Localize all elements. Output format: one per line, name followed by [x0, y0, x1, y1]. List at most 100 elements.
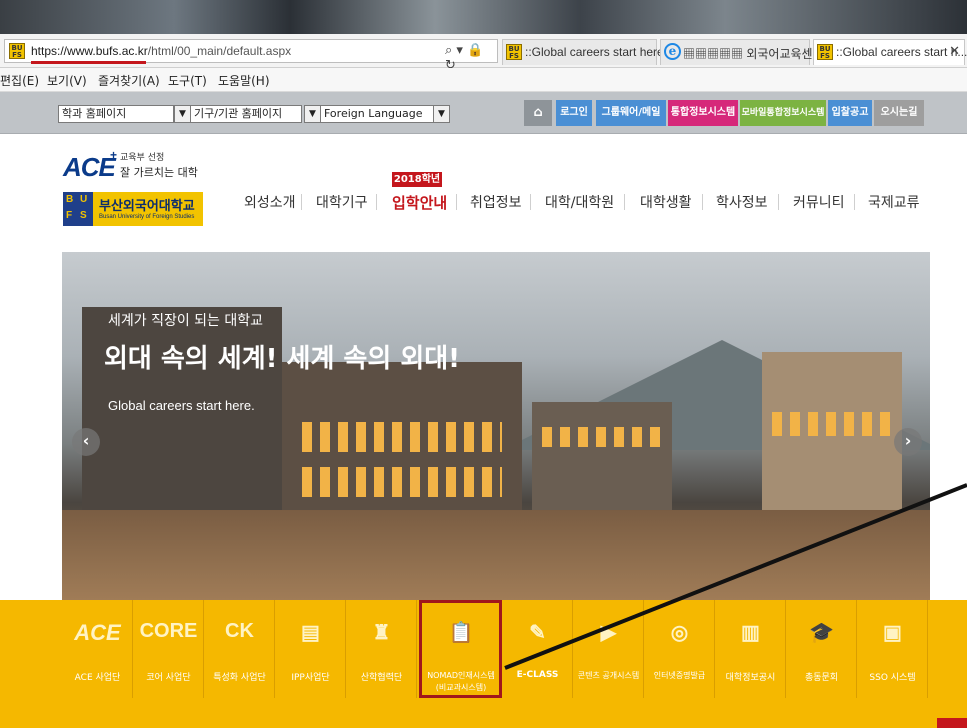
quick-ck[interactable]: CK 특성화 사업단	[204, 600, 275, 698]
quick-ipp[interactable]: ▤ IPP사업단	[275, 600, 346, 698]
quick-disclosure[interactable]: ▥ 대학정보공시	[715, 600, 786, 698]
screenshot-root: BU FS https://www.bufs.ac.kr/html/00_main…	[0, 0, 967, 728]
url-host: www.bufs.ac.kr	[67, 44, 148, 58]
mobile-info-link[interactable]: 모바일통합정보시스템	[740, 100, 826, 126]
quick-label: 코어 사업단	[146, 673, 191, 683]
quick-core[interactable]: CORE 코어 사업단	[133, 600, 204, 698]
login-link[interactable]: 로그인	[556, 100, 592, 126]
browser-toolbar: BU FS https://www.bufs.ac.kr/html/00_main…	[0, 34, 967, 73]
core-icon: CORE	[139, 620, 198, 642]
ace-logo[interactable]: ACE	[63, 152, 116, 183]
quick-alumni[interactable]: 🎓 총동문회	[786, 600, 857, 698]
ie-icon: e	[664, 43, 681, 60]
select-value: Foreign Language	[324, 107, 423, 120]
url-path: /html/00_main/default.aspx	[147, 44, 292, 58]
nav-admissions[interactable]: 입학안내	[392, 192, 447, 213]
quick-label: IPP사업단	[291, 673, 330, 683]
ck-icon: CK	[225, 620, 254, 642]
nav-academic-info[interactable]: 학사정보	[716, 192, 768, 212]
bufs-letter: B	[66, 194, 74, 205]
home-icon[interactable]: ⌂	[524, 100, 552, 126]
corner-accent	[937, 718, 967, 728]
nav-international[interactable]: 국제교류	[868, 192, 920, 212]
quick-eclass[interactable]: ✎ E-CLASS	[502, 600, 573, 698]
building-right	[532, 402, 672, 522]
quick-label: SSO 시스템	[869, 673, 916, 683]
nav-about[interactable]: 외성소개	[244, 192, 296, 212]
bid-notice-link[interactable]: 입찰공고	[828, 100, 872, 126]
book-icon: ▤	[301, 622, 320, 644]
site-utility-bar: 학과 홈페이지 ▼ ▼ 기구/기관 홈페이지 ▼ Foreign Languag…	[0, 92, 967, 134]
plaza	[62, 510, 930, 600]
university-logo[interactable]: 부산외국어대학교 Busan University of Foreign Stu…	[93, 192, 203, 226]
lit-windows	[772, 412, 892, 436]
university-name-english: Busan University of Foreign Studies	[99, 214, 195, 220]
nav-college-graduate[interactable]: 대학/대학원	[545, 192, 614, 212]
directions-link[interactable]: 오시는길	[874, 100, 924, 126]
menu-edit[interactable]: 편집(E)	[0, 72, 39, 89]
site-favicon-icon: BU FS	[9, 43, 25, 59]
pencil-icon: ✎	[529, 622, 546, 644]
building-far-right	[762, 352, 902, 522]
quick-label: 대학정보공시	[725, 673, 776, 683]
bufs-letter: S	[80, 210, 87, 221]
quick-industry[interactable]: ♜ 산학협력단	[346, 600, 417, 698]
nav-divider	[854, 194, 855, 210]
tab-global-careers-active[interactable]: BU FS ::Global careers start h... ✕	[813, 39, 967, 65]
browser-menubar: 편집(E) 보기(V) 즐겨찾기(A) 도구(T) 도움말(H)	[0, 68, 967, 92]
nav-divider	[301, 194, 302, 210]
quick-label: ACE 사업단	[74, 673, 121, 683]
university-name: 부산외국어대학교	[99, 199, 195, 214]
nav-organization[interactable]: 대학기구	[316, 192, 368, 212]
chevron-down-icon: ▼	[305, 106, 321, 122]
menu-tools[interactable]: 도구(T)	[168, 72, 207, 89]
tower-icon: ♜	[372, 622, 391, 644]
integrated-info-link[interactable]: 통합정보시스템	[668, 100, 738, 126]
nav-community[interactable]: 커뮤니티	[793, 192, 845, 212]
next-slide-icon[interactable]: ›	[894, 428, 922, 456]
tab-language-center[interactable]: e ▦▦▦▦▦ 외국어교육센터 ▦▦...	[660, 39, 861, 65]
url-protocol: https://	[31, 44, 68, 58]
nav-divider	[376, 194, 377, 210]
graduation-cap-icon: 🎓	[809, 622, 834, 644]
quick-sso[interactable]: ▣ SSO 시스템	[857, 600, 928, 698]
close-icon[interactable]: ✕	[949, 44, 960, 59]
banner-kicker: 세계가 직장이 되는 대학교	[108, 313, 264, 329]
bufs-letter: U	[80, 194, 88, 205]
hero-banner: 세계가 직장이 되는 대학교 외대 속의 세계! 세계 속의 외대! Globa…	[0, 252, 967, 600]
bufs-letter: F	[66, 210, 73, 221]
menu-favorites[interactable]: 즐겨찾기(A)	[98, 72, 160, 89]
foreign-language-select[interactable]: ▼ Foreign Language ▼	[304, 105, 450, 123]
groupware-link[interactable]: 그룹웨어/메일	[596, 100, 666, 126]
menu-view[interactable]: 보기(V)	[47, 72, 87, 89]
tab-label: ::Global careers start here....	[525, 45, 678, 59]
institution-homepage-select[interactable]: ▼ 기구/기관 홈페이지	[174, 105, 302, 123]
lit-windows	[302, 467, 502, 497]
address-url[interactable]: https://www.bufs.ac.kr/html/00_main/defa…	[31, 44, 291, 58]
menu-help[interactable]: 도움말(H)	[218, 72, 270, 89]
tab-favicon-icon: BU FS	[506, 44, 522, 60]
quick-ace[interactable]: ACE ACE 사업단	[62, 600, 133, 698]
ace-selected-label: 교육부 선정	[120, 153, 165, 163]
quick-certificate[interactable]: ◎ 인터넷증명발급	[644, 600, 715, 698]
quick-label: 특성화 사업단	[213, 673, 266, 683]
quick-label: 인터넷증명발급	[653, 671, 706, 680]
prev-slide-icon[interactable]: ‹	[72, 428, 100, 456]
nav-divider	[702, 194, 703, 210]
campus-photo: 세계가 직장이 되는 대학교 외대 속의 세계! 세계 속의 외대! Globa…	[62, 252, 930, 600]
quick-contents[interactable]: ▶ 콘텐츠 공개시스템	[573, 600, 644, 698]
nav-divider	[624, 194, 625, 210]
year-badge: 2018학년도	[392, 172, 442, 200]
tab-favicon-icon: BU FS	[817, 44, 833, 60]
tab-global-careers-1[interactable]: BU FS ::Global careers start here....	[502, 39, 677, 65]
seal-icon: ◎	[670, 622, 689, 644]
site-header: ACE + 교육부 선정 잘 가르치는 대학 B U F S 부산외국어대학교 …	[0, 134, 967, 252]
bufs-logo-mark[interactable]: B U F S	[63, 192, 93, 226]
nav-divider	[456, 194, 457, 210]
chevron-down-icon: ▼	[175, 106, 191, 122]
dept-homepage-select[interactable]: 학과 홈페이지 ▼	[58, 105, 190, 123]
nav-careers[interactable]: 취업정보	[470, 192, 522, 212]
select-value: 학과 홈페이지	[62, 107, 127, 120]
nav-campus-life[interactable]: 대학생활	[640, 192, 692, 212]
address-bar[interactable]: BU FS https://www.bufs.ac.kr/html/00_main…	[4, 39, 498, 73]
